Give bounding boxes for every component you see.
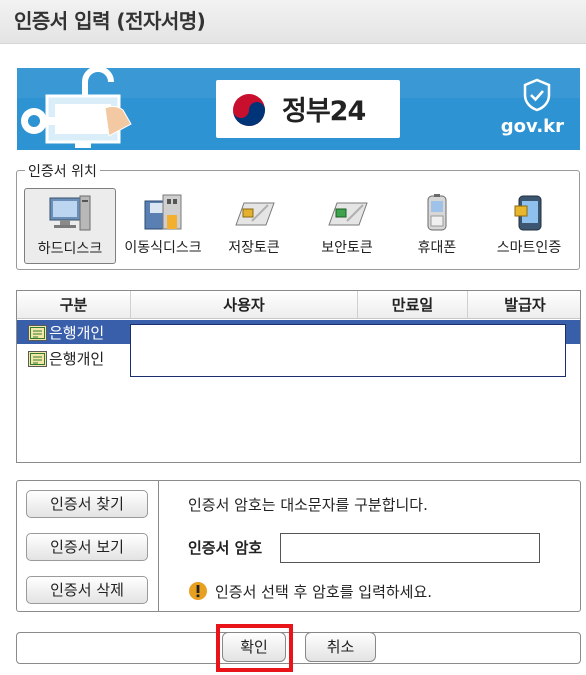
certificate-list-table: 구분 사용자 만료일 발급자 은행개인 은행개인 xyxy=(16,290,581,463)
redaction-box xyxy=(130,324,566,377)
location-legend: 인증서 위치 xyxy=(25,161,100,181)
column-header-issuer[interactable]: 발급자 xyxy=(468,291,580,319)
location-security-token[interactable]: 보안토큰 xyxy=(301,188,393,264)
column-header-user[interactable]: 사용자 xyxy=(131,291,358,319)
certificate-location-group: 인증서 위치 하드디스크 이동식디스크 저장토큰 보안토큰 휴대폰 스마트인증 xyxy=(16,161,580,270)
certificate-action-panel: 인증서 찾기 인증서 보기 인증서 삭제 인증서 암호는 대소문자를 구분합니다… xyxy=(16,480,581,612)
title-bar: 인증서 입력 (전자서명) xyxy=(0,0,586,44)
removable-disk-icon xyxy=(144,194,182,230)
warning-icon xyxy=(189,582,207,600)
location-label: 휴대폰 xyxy=(417,240,457,256)
view-certificate-button[interactable]: 인증서 보기 xyxy=(26,533,148,561)
location-mobile-phone[interactable]: 휴대폰 xyxy=(391,188,483,264)
cancel-button[interactable]: 취소 xyxy=(305,632,376,662)
gov-name: 정부24 xyxy=(282,96,366,127)
taegeuk-emblem-icon xyxy=(233,94,265,126)
cert-type-cell: 은행개인 xyxy=(28,348,104,369)
ok-button[interactable]: 확인 xyxy=(222,632,286,662)
certificate-icon xyxy=(28,351,47,367)
delete-certificate-button[interactable]: 인증서 삭제 xyxy=(26,576,148,604)
cert-type-label: 은행개인 xyxy=(49,350,105,368)
column-header-expiry[interactable]: 만료일 xyxy=(358,291,468,319)
unlock-key-computer-icon xyxy=(21,68,132,148)
location-label: 하드디스크 xyxy=(37,241,103,257)
gov-kr-domain: gov.kr xyxy=(500,116,564,137)
location-label: 보안토큰 xyxy=(321,240,373,256)
password-label: 인증서 암호 xyxy=(188,539,263,557)
location-label: 스마트인증 xyxy=(496,240,562,256)
hard-disk-icon xyxy=(49,195,91,231)
location-smart-auth[interactable]: 스마트인증 xyxy=(483,188,575,264)
case-sensitive-notice: 인증서 암호는 대소문자를 구분합니다. xyxy=(188,496,428,514)
location-label: 이동식디스크 xyxy=(124,240,202,256)
mobile-phone-icon xyxy=(427,194,447,231)
location-removable-disk[interactable]: 이동식디스크 xyxy=(117,188,209,264)
security-token-icon xyxy=(328,202,368,226)
find-certificate-button[interactable]: 인증서 찾기 xyxy=(26,490,148,518)
gov24-logo: 정부24 xyxy=(216,80,400,138)
storage-token-icon xyxy=(235,202,275,226)
cert-type-label: 은행개인 xyxy=(49,324,105,342)
location-label: 저장토큰 xyxy=(228,240,280,256)
column-header-type[interactable]: 구분 xyxy=(17,291,131,319)
certificate-button-column: 인증서 찾기 인증서 보기 인증서 삭제 xyxy=(17,481,159,611)
cert-type-cell: 은행개인 xyxy=(28,322,104,343)
gov24-banner: 정부24 gov.kr xyxy=(17,68,580,150)
shield-check-icon xyxy=(523,78,551,112)
dialog-button-bar xyxy=(16,632,581,664)
location-hard-disk[interactable]: 하드디스크 xyxy=(24,188,116,264)
window-title: 인증서 입력 (전자서명) xyxy=(14,9,206,33)
password-hint: 인증서 선택 후 암호를 입력하세요. xyxy=(215,583,433,601)
certificate-password-input[interactable] xyxy=(280,533,540,563)
location-storage-token[interactable]: 저장토큰 xyxy=(208,188,300,264)
smart-auth-icon xyxy=(514,195,542,231)
certificate-icon xyxy=(28,325,47,341)
